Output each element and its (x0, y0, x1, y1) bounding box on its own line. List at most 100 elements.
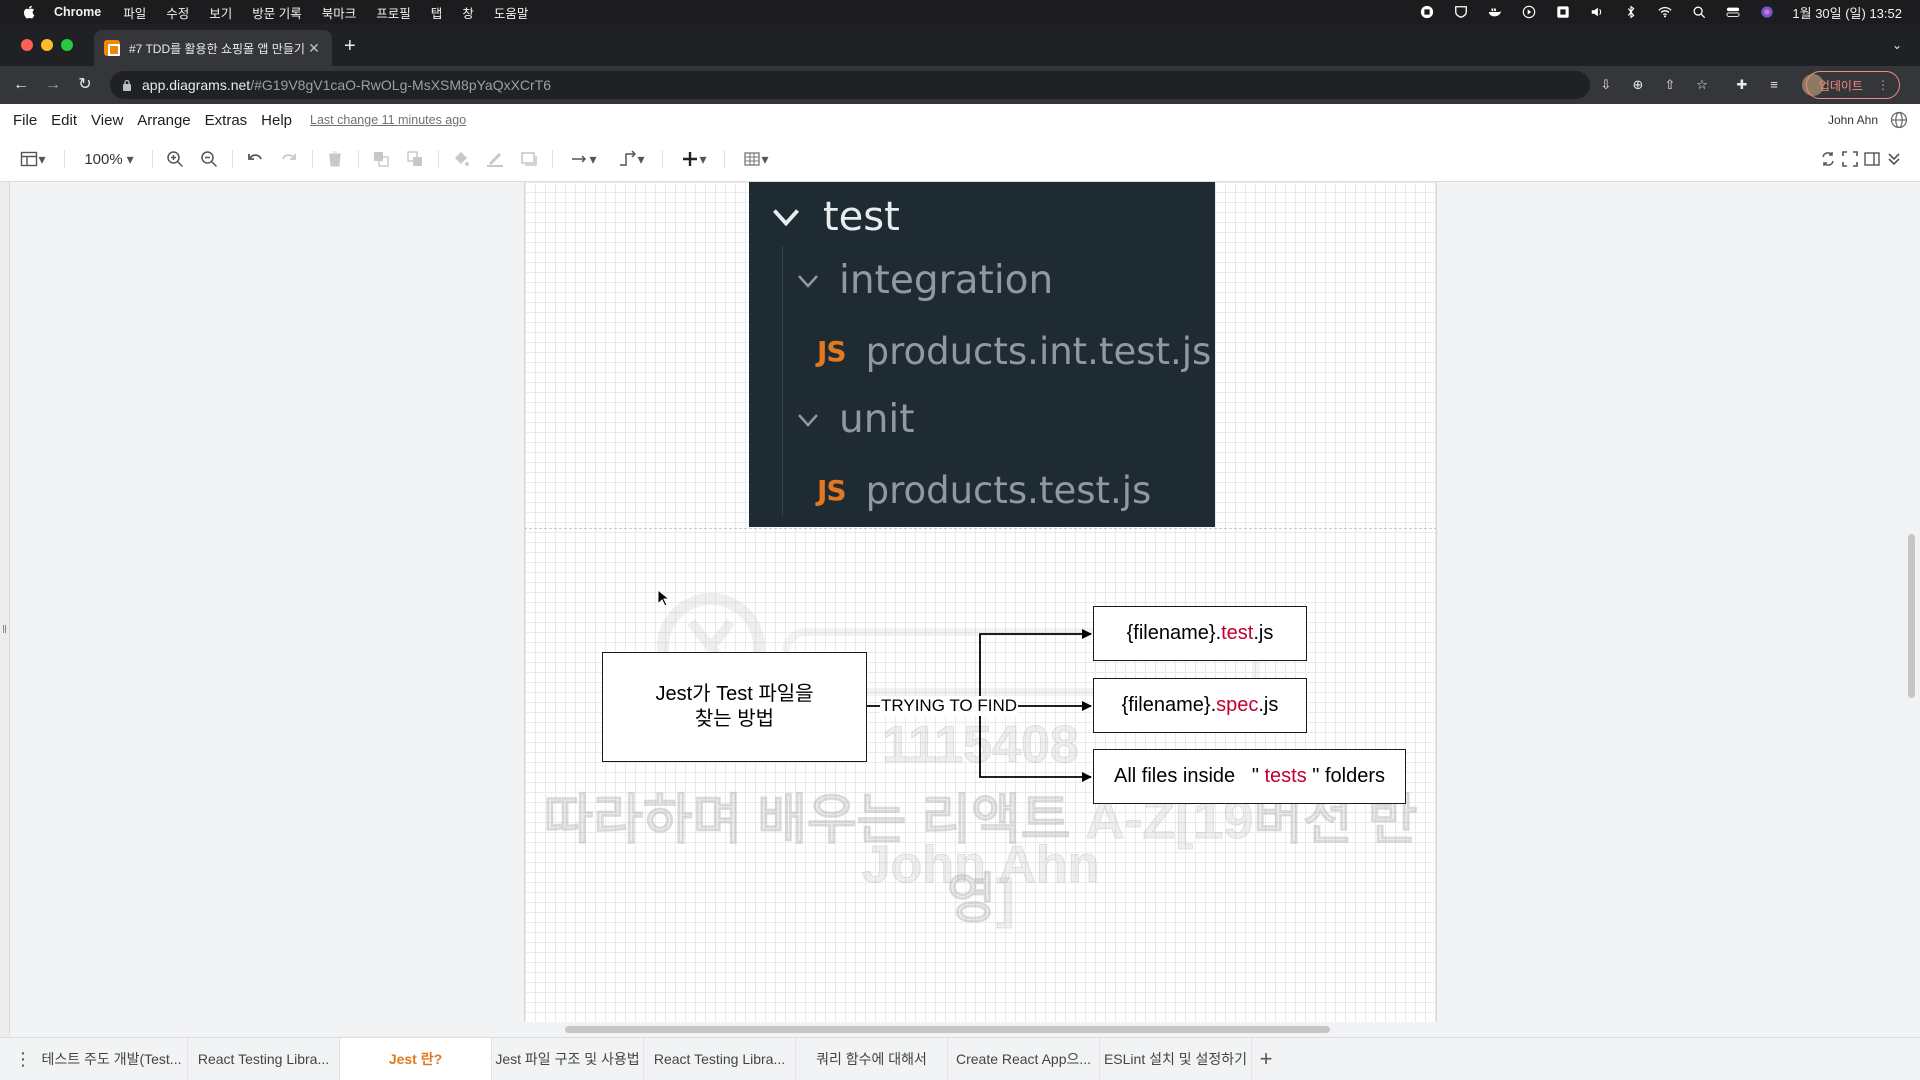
reload-icon[interactable]: ↻ (74, 74, 96, 96)
connection-style-icon[interactable]: ▾ (564, 148, 604, 170)
mac-menu-view[interactable]: 보기 (209, 3, 232, 22)
tree-folder2-label: unit (839, 397, 915, 442)
zoom-magnifier-icon[interactable]: ⊕ (1629, 76, 1647, 94)
source-shape-jest[interactable]: Jest가 Test 파일을 찾는 방법 (602, 652, 867, 762)
bluetooth-icon[interactable] (1622, 5, 1640, 19)
menu-extras[interactable]: Extras (205, 112, 248, 129)
to-front-icon[interactable] (370, 148, 392, 170)
shadow-icon[interactable] (518, 148, 540, 170)
mac-menu-history[interactable]: 방문 기록 (252, 3, 301, 22)
fill-color-icon[interactable] (450, 148, 472, 170)
insert-plus-icon[interactable]: ▾ (674, 148, 714, 170)
mac-menu-bookmarks[interactable]: 북마크 (322, 3, 357, 22)
extensions-puzzle-icon[interactable]: ✚ (1733, 76, 1751, 94)
split-panel-icon[interactable] (1862, 148, 1882, 170)
target-shape-test-js[interactable]: {filename}. test .js (1093, 606, 1307, 661)
update-button[interactable]: 업데이트 ⋮ (1805, 71, 1900, 99)
collapse-toolbar-icon[interactable] (1884, 148, 1904, 170)
sync-icon[interactable] (1818, 148, 1838, 170)
window-close-button[interactable] (21, 39, 33, 51)
tab-close-icon[interactable]: ✕ (306, 40, 322, 57)
address-bar[interactable]: app.diagrams.net/#G19V8gV1caO-RwOLg-MsXS… (110, 71, 1590, 99)
mac-menu-tab[interactable]: 탭 (431, 3, 443, 22)
last-change-link[interactable]: Last change 11 minutes ago (310, 113, 466, 127)
play-icon[interactable] (1520, 5, 1538, 19)
forward-arrow-icon[interactable]: → (42, 74, 64, 96)
waypoints-icon[interactable]: ▾ (612, 148, 652, 170)
shield-icon[interactable] (1452, 5, 1470, 19)
pages-menu-icon[interactable]: ⋮ (10, 1038, 36, 1080)
zoom-in-icon[interactable] (164, 148, 186, 170)
menu-help[interactable]: Help (261, 112, 292, 129)
tree-file1-label: products.int.test.js (865, 330, 1212, 373)
browser-tab-active[interactable]: #7 TDD를 활용한 쇼핑몰 앱 만들기 ✕ (94, 30, 332, 66)
user-name[interactable]: John Ahn (1828, 113, 1878, 127)
gutter-grip-icon[interactable] (3, 625, 6, 633)
target2-prefix: {filename}. (1121, 694, 1217, 716)
page-tab-8[interactable]: ESLint 설치 및 설정하기 (1100, 1038, 1252, 1080)
globe-icon[interactable] (1890, 111, 1908, 129)
menu-edit[interactable]: Edit (51, 112, 77, 129)
zoom-out-icon[interactable] (198, 148, 220, 170)
horizontal-scrollbar[interactable] (565, 1026, 1330, 1033)
menubar-clock[interactable]: 1월 30일 (일) 13:52 (1792, 3, 1902, 22)
docker-icon[interactable] (1486, 5, 1504, 19)
mac-menu-edit[interactable]: 수정 (166, 3, 189, 22)
mac-menu-help[interactable]: 도움말 (494, 3, 529, 22)
page-tab-3-active[interactable]: Jest 란? (340, 1038, 492, 1080)
zoom-dropdown[interactable]: 100% ▾ (78, 148, 140, 170)
page-tab-4[interactable]: Jest 파일 구조 및 사용법 (492, 1038, 644, 1080)
new-tab-plus-icon[interactable]: + (344, 36, 356, 56)
vertical-scrollbar[interactable] (1908, 534, 1915, 698)
menu-view[interactable]: View (91, 112, 123, 129)
control-center-icon[interactable] (1724, 5, 1742, 19)
wifi-icon[interactable] (1656, 5, 1674, 19)
to-back-icon[interactable] (404, 148, 426, 170)
url-host: app.diagrams.net (142, 77, 251, 93)
menu-arrange[interactable]: Arrange (137, 112, 190, 129)
tree-file-unit-test: JS products.test.js (817, 469, 1151, 512)
delete-trash-icon[interactable] (324, 148, 346, 170)
source-line-1: Jest가 Test 파일을 (655, 683, 814, 705)
add-page-plus-icon[interactable]: + (1252, 1038, 1280, 1080)
page-tab-7[interactable]: Create React App으... (948, 1038, 1100, 1080)
line-color-icon[interactable] (484, 148, 506, 170)
tab-search-chevron-icon[interactable]: ⌄ (1892, 38, 1902, 52)
page-tab-1[interactable]: 테스트 주도 개발(Test... (36, 1038, 188, 1080)
window-zoom-button[interactable] (61, 39, 73, 51)
volume-icon[interactable] (1588, 5, 1606, 19)
install-app-icon[interactable]: ⇩ (1597, 76, 1615, 94)
edge-label-trying-to-find[interactable]: TRYING TO FIND (880, 696, 1019, 716)
input-method-icon[interactable] (1554, 5, 1572, 19)
mac-menu-window[interactable]: 창 (462, 3, 474, 22)
diagram-canvas[interactable]: test integration JS products.int.test.js… (0, 182, 1920, 1037)
back-arrow-icon[interactable]: ← (10, 74, 32, 96)
page-tab-5[interactable]: React Testing Libra... (644, 1038, 796, 1080)
bookmark-star-icon[interactable]: ☆ (1693, 76, 1711, 94)
redo-icon[interactable] (278, 148, 300, 170)
mac-menu-profile[interactable]: 프로필 (376, 3, 411, 22)
target-shape-tests-folder[interactable]: All files inside " tests " folders (1093, 749, 1406, 804)
target2-suffix: .js (1258, 694, 1279, 716)
apple-icon[interactable] (18, 5, 40, 19)
record-icon[interactable] (1418, 5, 1436, 19)
page-tab-2[interactable]: React Testing Libra... (188, 1038, 340, 1080)
reading-list-icon[interactable]: ≡ (1765, 76, 1783, 94)
window-minimize-button[interactable] (41, 39, 53, 51)
page-tabs-bar: ⋮ 테스트 주도 개발(Test... React Testing Libra.… (0, 1037, 1920, 1080)
spotlight-search-icon[interactable] (1690, 5, 1708, 19)
file-tree-image[interactable]: test integration JS products.int.test.js… (749, 182, 1215, 527)
page-tab-6[interactable]: 쿼리 함수에 대해서 (796, 1038, 948, 1080)
mac-menu-file[interactable]: 파일 (123, 3, 146, 22)
share-icon[interactable]: ⇧ (1661, 76, 1679, 94)
fullscreen-icon[interactable] (1840, 148, 1860, 170)
sidebar-collapsed-gutter[interactable] (0, 182, 10, 1037)
siri-icon[interactable] (1758, 5, 1776, 19)
table-icon[interactable]: ▾ (736, 148, 776, 170)
format-panel-toggle-icon[interactable]: ▾ (13, 148, 53, 170)
undo-icon[interactable] (244, 148, 266, 170)
app-menu-chrome[interactable]: Chrome (54, 5, 101, 19)
menu-file[interactable]: File (13, 112, 37, 129)
chevron-down-icon (798, 274, 818, 288)
target-shape-spec-js[interactable]: {filename}. spec .js (1093, 678, 1307, 733)
